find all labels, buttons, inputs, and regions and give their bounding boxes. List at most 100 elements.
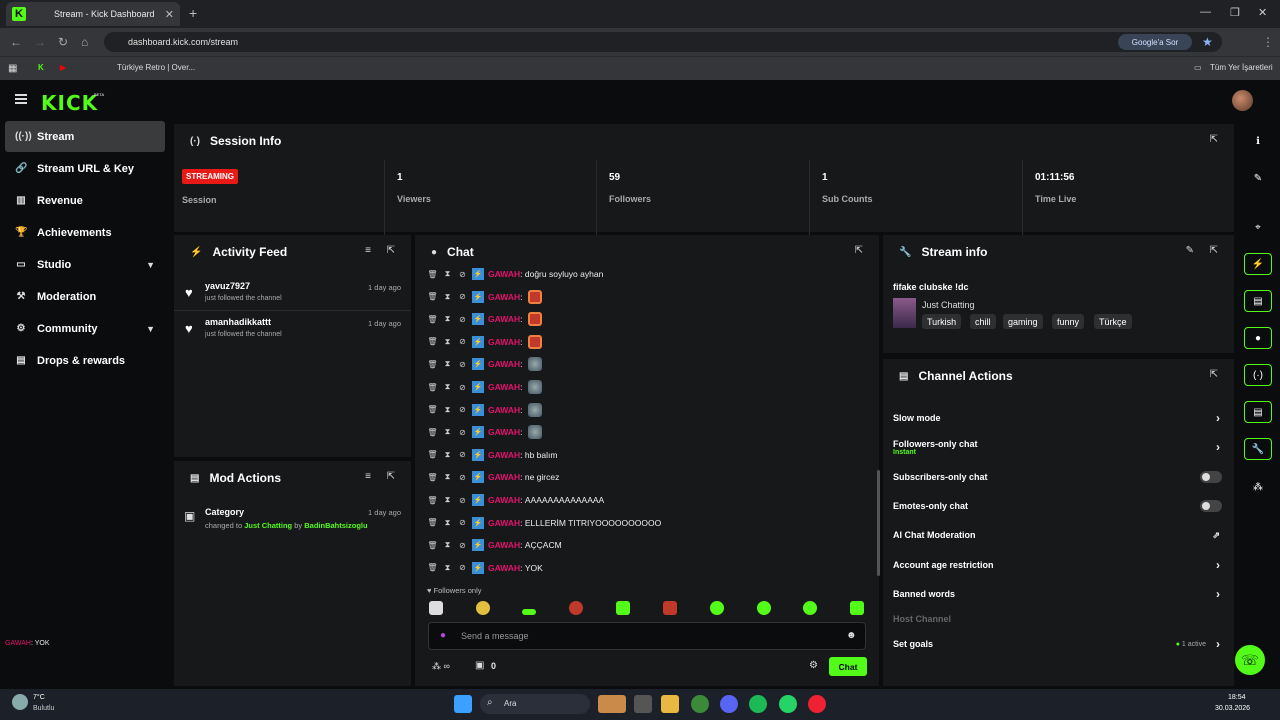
widget-icon[interactable] [598,695,626,713]
chat-message[interactable]: 🗑 ⧗ ⊘ ⚡ GAWAH: AÇÇACM [425,536,562,554]
sidebar-item-community[interactable]: ⚙ Community ▼ [5,313,165,344]
server-icon[interactable]: ▤ [1244,401,1272,423]
file-explorer-icon[interactable] [661,695,679,713]
gear-icon[interactable]: ⚙ [809,660,818,671]
edit-pencil-icon[interactable]: ✎ [1244,167,1272,189]
chat-input-placeholder[interactable]: Send a message [461,631,529,641]
chat-username[interactable]: GAWAH [488,450,520,460]
ban-icon[interactable]: ⊘ [455,496,470,505]
chat-message[interactable]: 🗑 ⧗ ⊘ ⚡ GAWAH: [425,355,542,373]
chat-username[interactable]: GAWAH [488,540,520,550]
emote-icon[interactable] [803,601,817,615]
emote-icon[interactable] [476,601,490,615]
emote-icon[interactable] [710,601,724,615]
bookmark-star-icon[interactable]: ★ [1202,35,1213,49]
ban-icon[interactable]: ⊘ [455,405,470,414]
chevron-right-icon[interactable]: › [1216,411,1220,425]
home-icon[interactable]: ⌂ [81,35,88,49]
close-tab-icon[interactable]: ✕ [165,8,174,21]
timeout-icon[interactable]: ⧗ [440,495,455,505]
lightning-icon[interactable]: ⚡ [1244,253,1272,275]
popout-icon[interactable]: ⇱ [387,471,395,482]
timeout-icon[interactable]: ⧗ [440,405,455,415]
emotes-only-toggle[interactable] [1200,500,1222,512]
chat-username[interactable]: GAWAH [488,314,520,324]
ban-icon[interactable]: ⊘ [455,360,470,369]
trash-icon[interactable]: 🗑 [425,270,440,279]
follower-name[interactable]: amanhadikkattt [205,317,271,327]
follower-name[interactable]: yavuz7927 [205,281,250,291]
windows-start-icon[interactable] [454,695,472,713]
timeout-icon[interactable]: ⧗ [440,359,455,369]
emote-icon[interactable] [757,601,771,615]
broadcast-icon[interactable]: (·) [1244,364,1272,386]
chevron-down-icon[interactable]: ▼ [146,324,155,334]
sidebar-item-drops[interactable]: ▤ Drops & rewards [5,345,165,376]
camera-scan-icon[interactable]: ⌖ [1244,216,1272,238]
timeout-icon[interactable]: ⧗ [440,314,455,324]
set-goals-row[interactable]: Set goals ● 1 active › [893,634,1228,654]
chat-message[interactable]: 🗑 ⧗ ⊘ ⚡ GAWAH: [425,288,542,306]
chat-message-list[interactable]: 🗑 ⧗ ⊘ ⚡ GAWAH: doğru soyluyo ayhan 🗑 ⧗ ⊘ ⚡ GAWAH:… [425,265,865,575]
user-avatar[interactable] [1232,90,1253,111]
filter-icon[interactable]: ≡ [365,471,371,482]
url-text[interactable]: dashboard.kick.com/stream [128,37,238,47]
chat-username[interactable]: GAWAH [488,337,520,347]
help-chat-icon[interactable]: ☏ [1235,645,1265,675]
chrome-icon[interactable] [691,695,709,713]
popout-icon[interactable]: ⇱ [855,245,863,256]
forward-icon[interactable]: → [34,35,46,49]
document-icon[interactable]: ▤ [1244,290,1272,312]
google-ask-button[interactable]: Google'a Sor [1118,34,1192,50]
timeout-icon[interactable]: ⧗ [440,540,455,550]
menu-dots-icon[interactable]: ⋮ [1262,35,1274,49]
chat-message[interactable]: 🗑 ⧗ ⊘ ⚡ GAWAH: [425,378,542,396]
subscribers-only-row[interactable]: Subscribers-only chat [893,467,1228,487]
chat-bubble-icon[interactable]: ● [1244,327,1272,349]
popout-icon[interactable]: ⇱ [1210,245,1218,256]
trash-icon[interactable]: 🗑 [425,473,440,482]
ban-icon[interactable]: ⊘ [455,541,470,550]
timeout-icon[interactable]: ⧗ [440,472,455,482]
timeout-icon[interactable]: ⧗ [440,292,455,302]
external-link-icon[interactable]: ⇗ [1212,530,1220,541]
chat-username[interactable]: GAWAH [488,405,520,415]
trash-icon[interactable]: 🗑 [425,383,440,392]
chat-username[interactable]: GAWAH [488,427,520,437]
chevron-right-icon[interactable]: › [1216,440,1220,454]
apps-grid-icon[interactable]: ▦ [8,63,17,74]
chevron-down-icon[interactable]: ▼ [146,260,155,270]
timeout-icon[interactable]: ⧗ [440,382,455,392]
sidebar-item-studio[interactable]: ▭ Studio ▼ [5,249,165,280]
emotes-only-row[interactable]: Emotes-only chat [893,496,1228,516]
trash-icon[interactable]: 🗑 [425,541,440,550]
sidebar-item-stream[interactable]: ((·)) Stream [5,121,165,152]
info-icon[interactable]: ℹ [1244,130,1272,152]
ban-icon[interactable]: ⊘ [455,270,470,279]
chat-message[interactable]: 🗑 ⧗ ⊘ ⚡ GAWAH: [425,401,542,419]
sidebar-item-stream-url[interactable]: 🔗 Stream URL & Key [5,153,165,184]
wrench-icon[interactable]: 🔧 [1244,438,1272,460]
microphone-icon[interactable]: ● [440,630,446,641]
moderator-link[interactable]: BadinBahtsizoglu [304,521,367,530]
ban-icon[interactable]: ⊘ [455,473,470,482]
chevron-right-icon[interactable]: › [1216,587,1220,601]
subscribers-only-toggle[interactable] [1200,471,1222,483]
emoji-icon[interactable]: ☻ [846,630,857,641]
trash-icon[interactable]: 🗑 [425,450,440,459]
chevron-right-icon[interactable]: › [1216,558,1220,572]
discord-icon[interactable] [720,695,738,713]
spotify-icon[interactable] [749,695,767,713]
sidebar-item-revenue[interactable]: ▥ Revenue [5,185,165,216]
points-infinity-icon[interactable]: ⁂ ∞ [432,661,450,672]
ai-moderation-row[interactable]: AI Chat Moderation ⇗ [893,525,1228,545]
chat-username[interactable]: GAWAH [488,359,520,369]
trash-icon[interactable]: 🗑 [425,428,440,437]
timeout-icon[interactable]: ⧗ [440,518,455,528]
timeout-icon[interactable]: ⧗ [440,269,455,279]
chat-message[interactable]: 🗑 ⧗ ⊘ ⚡ GAWAH: YOK [425,559,543,575]
popout-icon[interactable]: ⇱ [1210,369,1218,380]
task-view-icon[interactable] [634,695,652,713]
all-bookmarks-link[interactable]: Tüm Yer İşaretleri [1210,63,1273,72]
chat-message[interactable]: 🗑 ⧗ ⊘ ⚡ GAWAH: AAAAAAAAAAAAAA [425,491,604,509]
